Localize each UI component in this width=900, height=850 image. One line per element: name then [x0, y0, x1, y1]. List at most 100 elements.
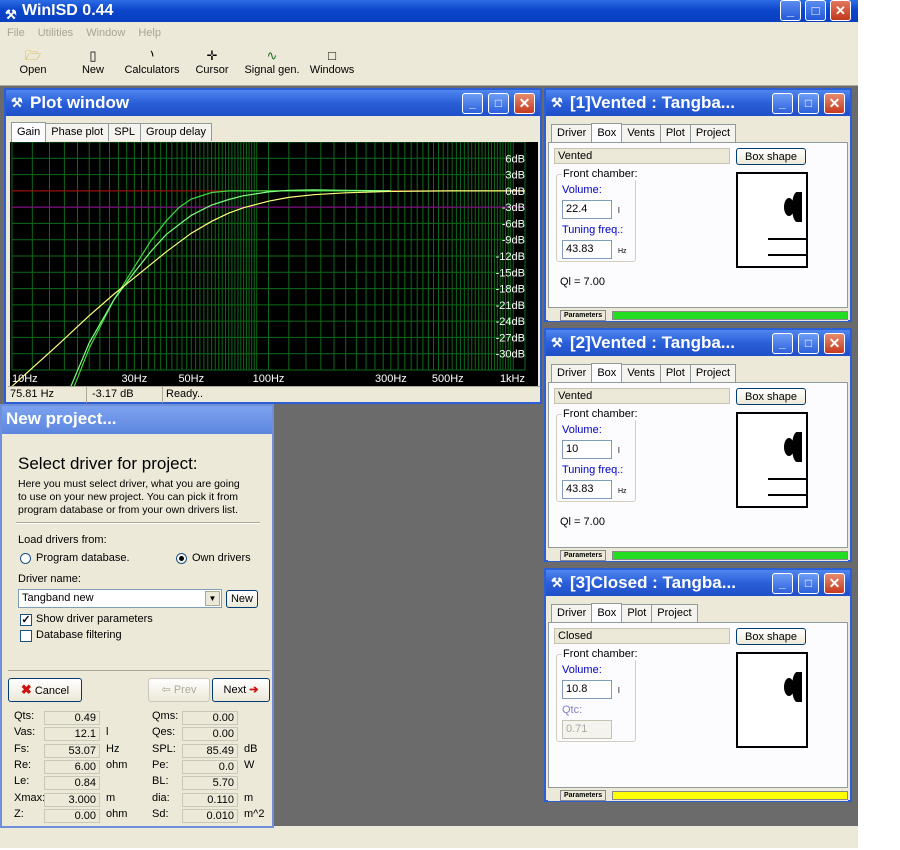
program-db-radio[interactable]	[20, 553, 31, 564]
show-params-checkbox[interactable]: ✓	[20, 614, 32, 626]
box1-ql-text: Ql = 7.00	[560, 276, 605, 288]
tab-group-delay[interactable]: Group delay	[140, 123, 212, 141]
open-button[interactable]: 🗁 Open	[18, 48, 48, 76]
box3-shape-button[interactable]: Box shape	[736, 628, 806, 645]
box1-tab-driver[interactable]: Driver	[551, 124, 593, 142]
box1-volume-input[interactable]: 22.4	[562, 200, 612, 219]
param-fs-label: Fs:	[14, 742, 30, 755]
param-bl-value: 5.70	[182, 776, 238, 791]
db-filter-label: Database filtering	[36, 629, 122, 641]
menu-utilities[interactable]: Utilities	[31, 27, 79, 39]
cursor-button[interactable]: ✛ Cursor	[194, 48, 230, 76]
calculators-button[interactable]: ⹚ Calculators	[124, 48, 180, 76]
box3-volume-input[interactable]: 10.8	[562, 680, 612, 699]
box2-tab-vents[interactable]: Vents	[621, 364, 661, 382]
box3-close-button[interactable]: ✕	[824, 573, 845, 594]
new-button[interactable]: ▯ New	[78, 48, 108, 76]
box3-tab-plot[interactable]: Plot	[621, 604, 653, 622]
menu-help[interactable]: Help	[131, 27, 167, 39]
param-qes-label: Qes:	[152, 726, 176, 739]
box1-close-button[interactable]: ✕	[824, 93, 845, 114]
db-filter-checkbox[interactable]	[20, 630, 32, 642]
box1-minimize-button[interactable]: _	[772, 93, 793, 114]
box3-tab-project[interactable]: Project	[651, 604, 698, 622]
gain-plot[interactable]: 6dB 3dB 0dB -3dB -6dB -9dB -12dB -15dB -18dB -21d…	[10, 141, 538, 550]
box1-tab-box[interactable]: Box	[591, 123, 623, 143]
new-project-dialog: New project... Select driver for project…	[0, 404, 274, 828]
x-tick-label: 50Hz	[178, 373, 204, 385]
box1-tab-vents[interactable]: Vents	[621, 124, 661, 142]
box2-minimize-button[interactable]: _	[772, 333, 793, 354]
window-icon: ⚒	[551, 575, 563, 590]
box1-maximize-button[interactable]: □	[798, 93, 819, 114]
box3-minimize-button[interactable]: _	[772, 573, 793, 594]
box2-tab-plot[interactable]: Plot	[659, 364, 691, 382]
windows-button[interactable]: □ Windows	[308, 48, 356, 76]
param-sd-label: Sd:	[152, 807, 169, 820]
chevron-down-icon[interactable]: ▼	[205, 591, 220, 606]
box2-shape-button[interactable]: Box shape	[736, 388, 806, 405]
driver-name-label: Driver name:	[18, 573, 81, 585]
box3-maximize-button[interactable]: □	[798, 573, 819, 594]
window-icon: ⚒	[551, 335, 563, 350]
box3-params-label: Parameters	[560, 790, 607, 801]
driver-name-select[interactable]: Tangband new ▼	[18, 589, 222, 608]
box2-tuning-input[interactable]: 43.83	[562, 480, 612, 499]
plot-minimize-button[interactable]: _	[462, 93, 483, 114]
param-z-unit: ohm	[106, 807, 128, 820]
box2-volume-input[interactable]: 10	[562, 440, 612, 459]
menu-window[interactable]: Window	[79, 27, 131, 39]
box2-volume-label: Volume:	[562, 424, 602, 436]
box2-maximize-button[interactable]: □	[798, 333, 819, 354]
box2-tab-driver[interactable]: Driver	[551, 364, 593, 382]
minimize-button[interactable]: _	[780, 0, 801, 21]
next-button[interactable]: Next ➔	[212, 678, 270, 702]
tab-spl[interactable]: SPL	[108, 123, 142, 141]
new-driver-button[interactable]: New	[226, 590, 258, 608]
box1-tab-project[interactable]: Project	[689, 124, 737, 142]
signal-gen-button[interactable]: ∿ Signal gen.	[244, 48, 300, 76]
box2-shape-preview	[736, 412, 808, 508]
plot-close-button[interactable]: ✕	[514, 93, 535, 114]
maximize-button[interactable]: □	[805, 0, 826, 21]
tab-phase-plot[interactable]: Phase plot	[45, 123, 110, 141]
box1-shape-preview	[736, 172, 808, 268]
signal-gen-icon: ∿	[266, 48, 278, 63]
y-tick-label: -3dB	[502, 202, 525, 214]
menu-file[interactable]: File	[0, 27, 31, 39]
box2-tuning-label: Tuning freq.:	[562, 464, 624, 476]
box3-tab-driver[interactable]: Driver	[551, 604, 593, 622]
x-tick-label: 30Hz	[122, 373, 148, 385]
box-window-1: ⚒ [1]Vented : Tangba... _ □ ✕ Driver Box Vents P…	[544, 88, 852, 322]
own-drivers-radio[interactable]	[176, 553, 187, 564]
box1-tuning-input[interactable]: 43.83	[562, 240, 612, 259]
own-drivers-label: Own drivers	[192, 552, 251, 564]
box3-tabs: Driver Box Plot Project	[551, 603, 698, 623]
param-vas-label: Vas:	[14, 726, 36, 739]
box2-front-chamber-label: Front chamber:	[562, 408, 639, 420]
box3-tab-box[interactable]: Box	[591, 603, 623, 623]
param-qms-label: Qms:	[152, 710, 179, 722]
param-pe-label: Pe:	[152, 758, 169, 771]
plot-statusbar: 75.81 Hz -3.17 dB Ready..	[8, 386, 540, 403]
cancel-button[interactable]: ✖ Cancel	[8, 678, 82, 702]
y-tick-label: -9dB	[502, 235, 525, 247]
box3-front-chamber-label: Front chamber:	[562, 648, 639, 660]
close-button[interactable]: ✕	[830, 0, 851, 21]
param-z-label: Z:	[14, 807, 24, 820]
box3-title: [3]Closed : Tangba...	[570, 573, 736, 592]
plot-maximize-button[interactable]: □	[488, 93, 509, 114]
plot-window-titlebar: ⚒ Plot window	[6, 90, 540, 116]
param-sd-unit: m^2	[244, 807, 265, 820]
box2-tab-box[interactable]: Box	[591, 363, 623, 383]
param-pe-value: 0.0	[182, 759, 238, 774]
box3-volume-unit: l	[618, 686, 620, 695]
box2-tab-project[interactable]: Project	[689, 364, 737, 382]
box1-params-bar	[612, 311, 848, 320]
box1-tab-plot[interactable]: Plot	[659, 124, 691, 142]
box1-shape-button[interactable]: Box shape	[736, 148, 806, 165]
box1-volume-unit: l	[618, 206, 620, 215]
box2-close-button[interactable]: ✕	[824, 333, 845, 354]
tab-gain[interactable]: Gain	[11, 122, 47, 142]
box3-volume-label: Volume:	[562, 664, 602, 676]
